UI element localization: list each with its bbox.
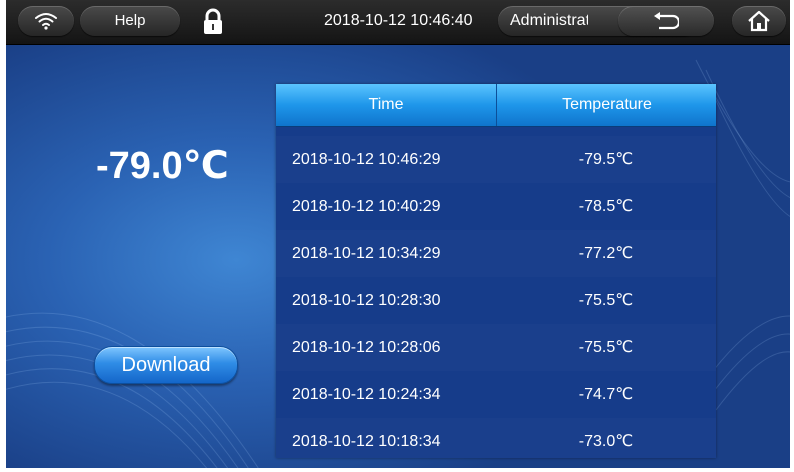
row-temperature: -78.5℃	[578, 198, 634, 215]
column-header-time[interactable]: Time	[276, 84, 496, 126]
temperature-log-table: Time Temperature 2018-10-12 10:46:29 -79…	[276, 84, 716, 458]
row-temperature: -75.5℃	[578, 292, 634, 309]
table-row[interactable]: 2018-10-12 10:24:34 -74.7℃	[276, 371, 716, 418]
table-row[interactable]: 2018-10-12 10:28:06 -75.5℃	[276, 324, 716, 371]
column-header-temperature[interactable]: Temperature	[496, 84, 716, 126]
table-row[interactable]: 2018-10-12 10:46:29 -79.5℃	[276, 136, 716, 183]
row-time: 2018-10-12 10:46:29	[292, 151, 441, 168]
datetime-display: 2018-10-12 10:46:40	[324, 12, 473, 29]
lock-icon[interactable]	[202, 8, 224, 36]
row-temperature: -73.0℃	[578, 433, 634, 450]
current-temperature: -79.0℃	[96, 145, 229, 187]
table-row[interactable]: 2018-10-12 10:28:30 -75.5℃	[276, 277, 716, 324]
row-time: 2018-10-12 10:28:30	[292, 292, 441, 309]
row-time: 2018-10-12 10:24:34	[292, 386, 441, 403]
row-time: 2018-10-12 10:28:06	[292, 339, 441, 356]
table-row[interactable]: 2018-10-12 10:34:29 -77.2℃	[276, 230, 716, 277]
row-temperature: -77.2℃	[578, 245, 634, 262]
row-temperature: -75.5℃	[578, 339, 634, 356]
row-time: 2018-10-12 10:34:29	[292, 245, 441, 262]
back-button[interactable]	[618, 6, 714, 36]
device-screen: Help 2018-10-12 10:46:40 Administrator -…	[6, 0, 790, 468]
top-bar: Help 2018-10-12 10:46:40 Administrator	[6, 0, 790, 45]
wifi-icon	[35, 13, 57, 30]
home-icon	[748, 10, 770, 32]
row-time: 2018-10-12 10:40:29	[292, 198, 441, 215]
row-temperature: -79.5℃	[578, 151, 634, 168]
row-time: 2018-10-12 10:18:34	[292, 433, 441, 450]
wifi-button[interactable]	[18, 6, 74, 36]
home-button[interactable]	[732, 6, 786, 36]
help-button[interactable]: Help	[80, 6, 180, 36]
download-button[interactable]: Download	[94, 346, 238, 384]
user-name: Administrator	[510, 12, 588, 29]
row-temperature: -74.7℃	[578, 386, 634, 403]
table-header: Time Temperature	[276, 84, 716, 127]
back-arrow-icon	[654, 12, 679, 30]
table-row[interactable]: 2018-10-12 10:40:29 -78.5℃	[276, 183, 716, 230]
table-row[interactable]: 2018-10-12 10:18:34 -73.0℃	[276, 418, 716, 458]
